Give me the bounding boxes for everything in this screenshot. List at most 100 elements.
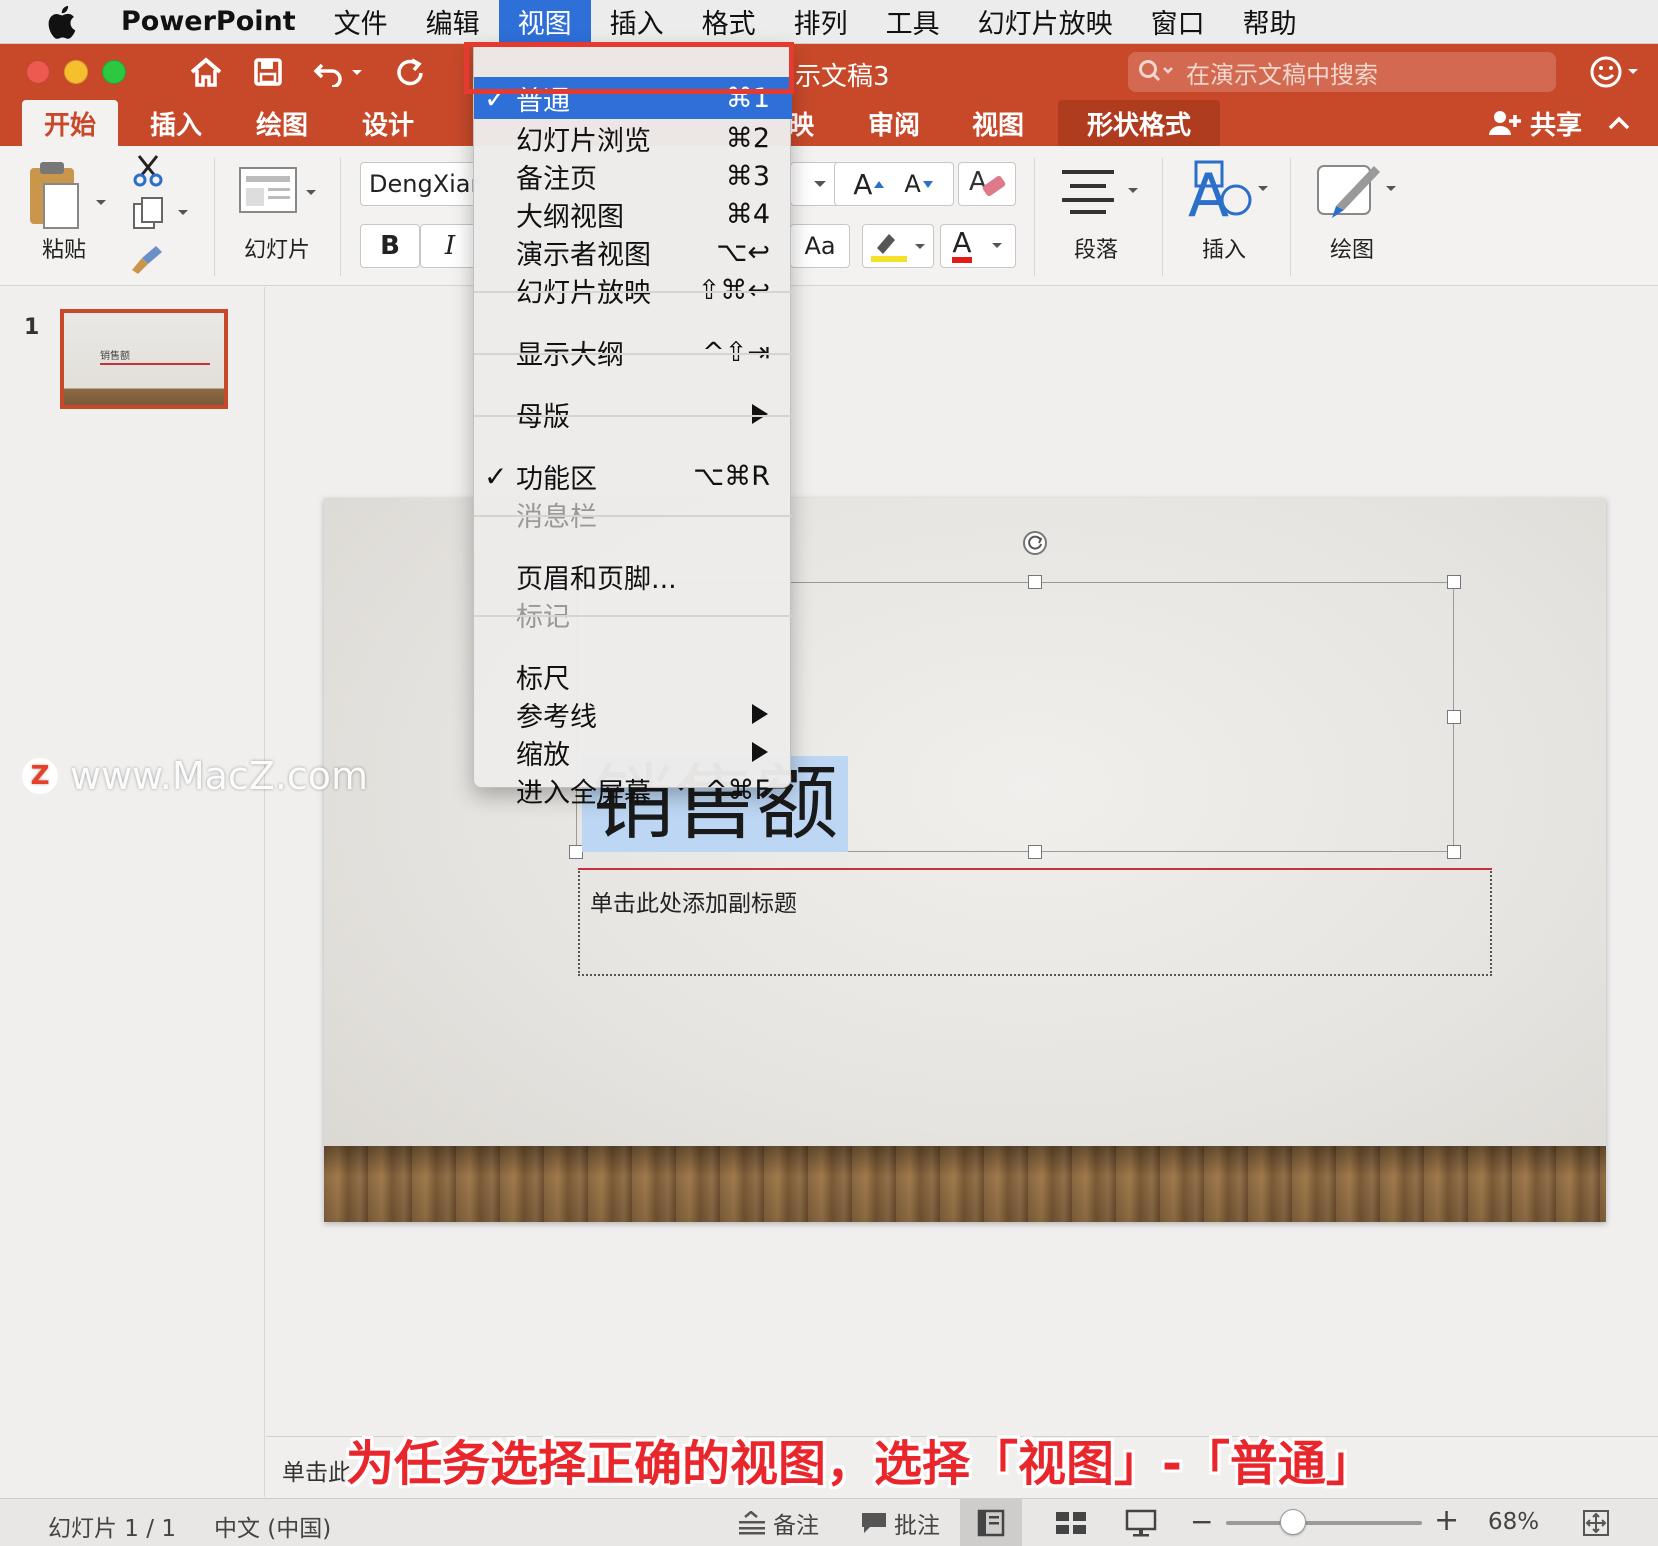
checkmark-icon: ✓ [484, 459, 508, 493]
highlight-icon[interactable] [862, 224, 934, 268]
format-painter-icon[interactable] [130, 242, 166, 280]
add-person-icon [1488, 109, 1522, 137]
insert-textbox-icon[interactable]: A [1188, 158, 1272, 231]
ribbon-separator [214, 158, 215, 276]
menu-item-ruler[interactable]: 标尺 [474, 657, 792, 695]
font-name-field[interactable]: DengXian [360, 162, 480, 206]
zoom-in-button[interactable]: + [1434, 1503, 1459, 1538]
font-color-button[interactable]: A [940, 224, 1016, 268]
tab-shape-format[interactable]: 形状格式 [1058, 100, 1220, 146]
language-indicator[interactable]: 中文 (中国) [214, 1509, 331, 1543]
subtitle-placeholder-text[interactable]: 单击此处添加副标题 [590, 884, 797, 918]
resize-handle[interactable] [569, 845, 583, 859]
zoom-out-button[interactable]: − [1190, 1505, 1213, 1538]
menu-slideshow[interactable]: 幻灯片放映 [959, 0, 1132, 44]
menu-item-ribbon[interactable]: ✓ 功能区 ⌥⌘R [474, 457, 792, 495]
change-case-button[interactable]: Aa [790, 224, 850, 268]
save-icon[interactable] [250, 54, 286, 90]
close-window-button[interactable] [26, 60, 50, 84]
menu-insert[interactable]: 插入 [591, 0, 683, 44]
menu-format[interactable]: 格式 [683, 0, 775, 44]
tab-design[interactable]: 设计 [340, 100, 436, 146]
redo-icon[interactable] [392, 54, 428, 90]
tab-draw[interactable]: 绘图 [234, 100, 330, 146]
grow-font-button[interactable]: A [853, 168, 886, 201]
tab-insert[interactable]: 插入 [128, 100, 224, 146]
menu-item-notes-page[interactable]: 备注页 ⌘3 [474, 157, 792, 195]
notes-placeholder[interactable]: 单击此 [282, 1453, 351, 1487]
new-slide-icon[interactable] [238, 166, 322, 224]
italic-button[interactable]: I [420, 224, 480, 268]
menu-item-presenter-view[interactable]: 演示者视图 ⌥↩ [474, 233, 792, 271]
slide-thumbnail[interactable]: 销售额 [60, 309, 228, 409]
normal-view-button[interactable] [960, 1499, 1022, 1546]
fit-to-window-icon[interactable] [1574, 1499, 1618, 1546]
resize-handle[interactable] [1447, 575, 1461, 589]
zoom-slider-knob[interactable] [1280, 1509, 1306, 1535]
menu-file[interactable]: 文件 [315, 0, 407, 44]
window-titlebar: 示文稿3 在演示文稿中搜索 [0, 44, 1658, 100]
menu-item-show-outline[interactable]: 显示大纲 ^⇧⇥ [474, 333, 792, 371]
feedback-smiley-icon[interactable] [1588, 54, 1644, 94]
menu-window[interactable]: 窗口 [1132, 0, 1224, 44]
menu-item-slide-sorter[interactable]: 幻灯片浏览 ⌘2 [474, 119, 792, 157]
thumbnail-title: 销售额 [100, 351, 130, 362]
collapse-ribbon-icon[interactable] [1604, 108, 1634, 142]
menu-app-name[interactable]: PowerPoint [102, 0, 315, 44]
slide-thumbnails-pane: 1 销售额 [0, 287, 265, 1497]
zoom-slider[interactable] [1226, 1521, 1422, 1525]
chevron-down-icon [814, 181, 826, 187]
zoom-window-button[interactable] [102, 60, 126, 84]
menu-item-markup: 标记 [516, 601, 570, 633]
resize-handle[interactable] [1447, 710, 1461, 724]
slide-label: 幻灯片 [244, 238, 311, 263]
ribbon-separator [1034, 158, 1035, 276]
presentation-icon [1125, 1509, 1157, 1537]
menu-item-outline-view[interactable]: 大纲视图 ⌘4 [474, 195, 792, 233]
resize-handle[interactable] [1447, 845, 1461, 859]
menu-item-enter-fullscreen[interactable]: 进入全屏幕 ^⌘F [474, 771, 792, 809]
paragraph-align-icon[interactable] [1060, 166, 1144, 220]
slide-sorter-button[interactable] [1040, 1499, 1102, 1546]
search-field[interactable]: 在演示文稿中搜索 [1128, 52, 1556, 92]
menu-item-slideshow[interactable]: 幻灯片放映 ⇧⌘↩ [474, 271, 792, 309]
menu-item-guides[interactable]: 参考线 [474, 695, 792, 733]
menu-divider [474, 291, 792, 293]
menu-item-zoom[interactable]: 缩放 [474, 733, 792, 771]
comment-icon [862, 1513, 886, 1533]
menu-item-header-footer[interactable]: 页眉和页脚... [474, 557, 792, 595]
copy-icon[interactable] [132, 196, 196, 234]
menu-arrange[interactable]: 排列 [775, 0, 867, 44]
paste-icon[interactable] [26, 160, 110, 236]
tab-review[interactable]: 审阅 [846, 100, 942, 146]
ribbon-separator [1290, 158, 1291, 276]
home-icon[interactable] [186, 54, 226, 90]
drawing-icon[interactable] [1314, 160, 1400, 228]
submenu-arrow-icon [752, 704, 768, 724]
clear-formatting-icon[interactable]: A [958, 162, 1016, 206]
apple-icon[interactable] [40, 2, 82, 42]
menu-tools[interactable]: 工具 [867, 0, 959, 44]
resize-handle[interactable] [1028, 575, 1042, 589]
comments-button[interactable]: 批注 [852, 1499, 948, 1546]
cut-icon[interactable] [130, 152, 166, 192]
undo-icon[interactable] [312, 54, 368, 90]
reading-view-button[interactable] [1110, 1499, 1172, 1546]
search-placeholder: 在演示文稿中搜索 [1186, 60, 1378, 89]
share-button[interactable]: 共享 [1488, 100, 1582, 146]
resize-handle[interactable] [1028, 845, 1042, 859]
normal-view-icon [977, 1509, 1005, 1537]
menu-view[interactable]: 视图 [498, 0, 591, 44]
tab-home[interactable]: 开始 [22, 100, 118, 146]
minimize-window-button[interactable] [64, 60, 88, 84]
menu-divider [474, 353, 792, 355]
bold-button[interactable]: B [360, 224, 420, 268]
menu-help[interactable]: 帮助 [1224, 0, 1316, 44]
rotate-handle-icon[interactable] [1022, 530, 1048, 556]
shrink-font-button[interactable]: A [904, 170, 934, 198]
menu-item-master[interactable]: 母版 [474, 395, 792, 433]
menu-edit[interactable]: 编辑 [407, 0, 499, 44]
notes-button[interactable]: 备注 [730, 1499, 826, 1546]
tab-view[interactable]: 视图 [950, 100, 1046, 146]
zoom-level[interactable]: 68% [1488, 1509, 1539, 1535]
